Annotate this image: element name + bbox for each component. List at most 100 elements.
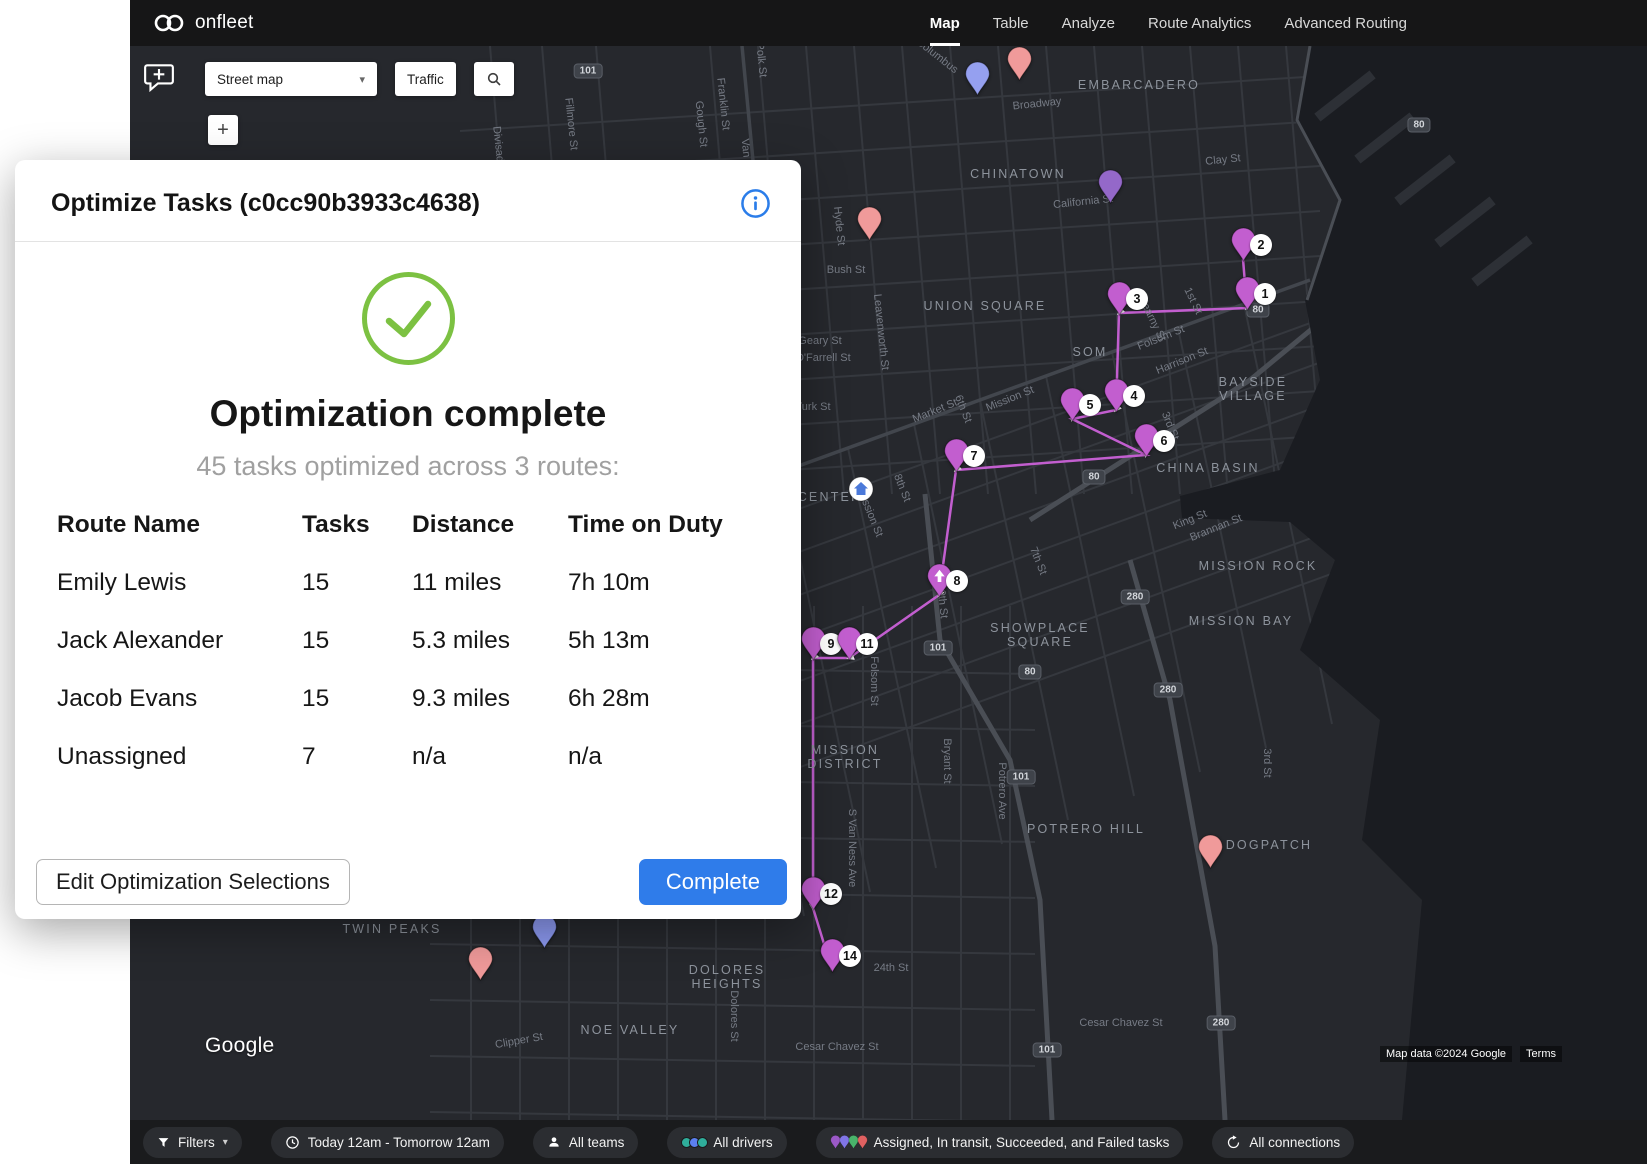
task-pin[interactable] xyxy=(1097,169,1124,204)
route-name: Emily Lewis xyxy=(57,554,302,612)
chevron-down-icon: ▾ xyxy=(359,73,365,86)
modal-title: Optimize Tasks (c0cc90b3933c4638) xyxy=(51,189,480,218)
terms-link[interactable]: Terms xyxy=(1520,1046,1562,1062)
route-stop-pin[interactable]: 12 xyxy=(800,876,827,911)
map-street-label: Clipper St xyxy=(494,1031,544,1051)
highway-shield: 280 xyxy=(1121,590,1150,605)
map-area-label: CHINA BASIN xyxy=(1156,461,1259,475)
col-header-route-name: Route Name xyxy=(57,496,302,554)
map-area-label: MISSION BAY xyxy=(1189,614,1294,628)
route-stop-number: 2 xyxy=(1250,234,1272,256)
map-controls: Street map ▾ Traffic xyxy=(205,62,514,96)
nav-analyze[interactable]: Analyze xyxy=(1062,0,1115,46)
search-icon xyxy=(486,71,502,87)
map-street-label: 8th St xyxy=(891,472,913,503)
route-stop-pin[interactable]: 8 xyxy=(926,563,953,598)
map-area-label: NOE VALLEY xyxy=(581,1023,680,1037)
nav-table[interactable]: Table xyxy=(993,0,1029,46)
nav-advanced-routing[interactable]: Advanced Routing xyxy=(1284,0,1407,46)
route-stop-number: 7 xyxy=(963,445,985,467)
info-button[interactable] xyxy=(740,188,771,219)
map-area-label: UNION SQUARE xyxy=(924,299,1047,313)
route-stop-pin[interactable]: 5 xyxy=(1059,387,1086,422)
route-time: 7h 10m xyxy=(568,554,771,612)
teams-filter[interactable]: All teams xyxy=(533,1127,639,1158)
edit-optimization-selections-button[interactable]: Edit Optimization Selections xyxy=(36,859,350,905)
filters-label: Filters xyxy=(178,1135,215,1150)
map-street-label: 1st St xyxy=(1181,286,1204,317)
connections-filter[interactable]: All connections xyxy=(1212,1127,1354,1158)
task-pin[interactable] xyxy=(856,206,883,241)
map-street-label: Cesar Chavez St xyxy=(795,1041,878,1053)
task-pin[interactable] xyxy=(1006,46,1033,81)
route-stop-pin[interactable]: 3 xyxy=(1106,281,1133,316)
map-street-label: Folsom St xyxy=(1136,323,1186,353)
highway-shield: 80 xyxy=(1407,118,1430,133)
map-area-label: DOLORES HEIGHTS xyxy=(689,963,766,991)
map-street-label: Harrison St xyxy=(1154,345,1210,377)
task-states-label: Assigned, In transit, Succeeded, and Fai… xyxy=(874,1135,1170,1150)
map-street-label: Cesar Chavez St xyxy=(1079,1017,1162,1029)
chevron-down-icon: ▾ xyxy=(223,1137,228,1148)
onfleet-logo-text: onfleet xyxy=(195,12,253,34)
onfleet-logo[interactable]: onfleet xyxy=(130,12,253,34)
task-states-filter[interactable]: Assigned, In transit, Succeeded, and Fai… xyxy=(816,1127,1184,1158)
col-header-tasks: Tasks xyxy=(302,496,412,554)
map-area-label: SHOWPLACE SQUARE xyxy=(990,621,1090,649)
map-area-label: SOM xyxy=(1072,345,1107,359)
route-stop-pin[interactable]: 14 xyxy=(819,938,846,973)
optimize-tasks-modal: Optimize Tasks (c0cc90b3933c4638) Optimi… xyxy=(15,160,801,919)
map-area-label: TWIN PEAKS xyxy=(342,922,441,936)
route-tasks: 15 xyxy=(302,670,412,728)
map-style-value: Street map xyxy=(217,72,283,87)
check-circle-icon xyxy=(360,270,457,367)
highway-shield: 280 xyxy=(1154,683,1183,698)
map-data-attribution: Map data ©2024 Google xyxy=(1380,1046,1512,1062)
route-stop-pin[interactable]: 11 xyxy=(836,626,863,661)
chat-plus-icon xyxy=(143,62,175,92)
drivers-filter[interactable]: All drivers xyxy=(667,1127,786,1158)
task-pin[interactable] xyxy=(531,914,558,949)
route-stop-pin[interactable]: 2 xyxy=(1230,227,1257,262)
route-tasks: 15 xyxy=(302,612,412,670)
date-range-filter[interactable]: Today 12am - Tomorrow 12am xyxy=(271,1127,504,1158)
map-street-label: Market St xyxy=(911,397,959,426)
route-time: 6h 28m xyxy=(568,670,771,728)
new-message-button[interactable] xyxy=(143,62,175,95)
col-header-distance: Distance xyxy=(412,496,568,554)
route-stop-pin[interactable]: 7 xyxy=(943,438,970,473)
zoom-in-button[interactable]: + xyxy=(208,115,238,145)
highway-shield: 280 xyxy=(1207,1016,1236,1031)
task-pin[interactable] xyxy=(467,946,494,981)
route-tasks: 15 xyxy=(302,554,412,612)
traffic-button[interactable]: Traffic xyxy=(395,62,456,96)
nav-route-analytics[interactable]: Route Analytics xyxy=(1148,0,1251,46)
map-style-select[interactable]: Street map ▾ xyxy=(205,62,377,96)
highway-shield: 101 xyxy=(1007,770,1036,785)
map-area-label: DOGPATCH xyxy=(1226,838,1313,852)
google-logo[interactable]: Google xyxy=(205,1034,275,1058)
nav-map[interactable]: Map xyxy=(930,0,960,46)
home-marker[interactable] xyxy=(848,476,874,502)
info-icon xyxy=(740,188,771,219)
task-pin[interactable] xyxy=(964,61,991,96)
route-stop-pin[interactable]: 6 xyxy=(1133,423,1160,458)
map-street-label: 24th St xyxy=(874,962,909,974)
map-street-label: S Van Ness Ave xyxy=(846,809,858,887)
task-pin[interactable] xyxy=(1197,834,1224,869)
route-stop-pin[interactable]: 4 xyxy=(1103,378,1130,413)
filters-button[interactable]: Filters ▾ xyxy=(143,1127,242,1158)
route-stop-pin[interactable]: 9 xyxy=(800,626,827,661)
map-street-label: Brannan St xyxy=(1188,512,1244,544)
map-street-label: Potrero Ave xyxy=(996,762,1008,819)
route-stop-number: 14 xyxy=(839,945,861,967)
map-area-label: CHINATOWN xyxy=(970,167,1066,181)
route-stop-pin[interactable]: 1 xyxy=(1234,276,1261,311)
complete-button[interactable]: Complete xyxy=(639,859,787,905)
result-heading: Optimization complete xyxy=(15,393,801,435)
map-street-label: 3rd St xyxy=(1261,748,1273,777)
map-street-label: Fillmore St xyxy=(562,97,579,151)
drivers-label: All drivers xyxy=(713,1135,772,1150)
map-search-button[interactable] xyxy=(474,62,514,96)
route-stop-number: 1 xyxy=(1254,283,1276,305)
